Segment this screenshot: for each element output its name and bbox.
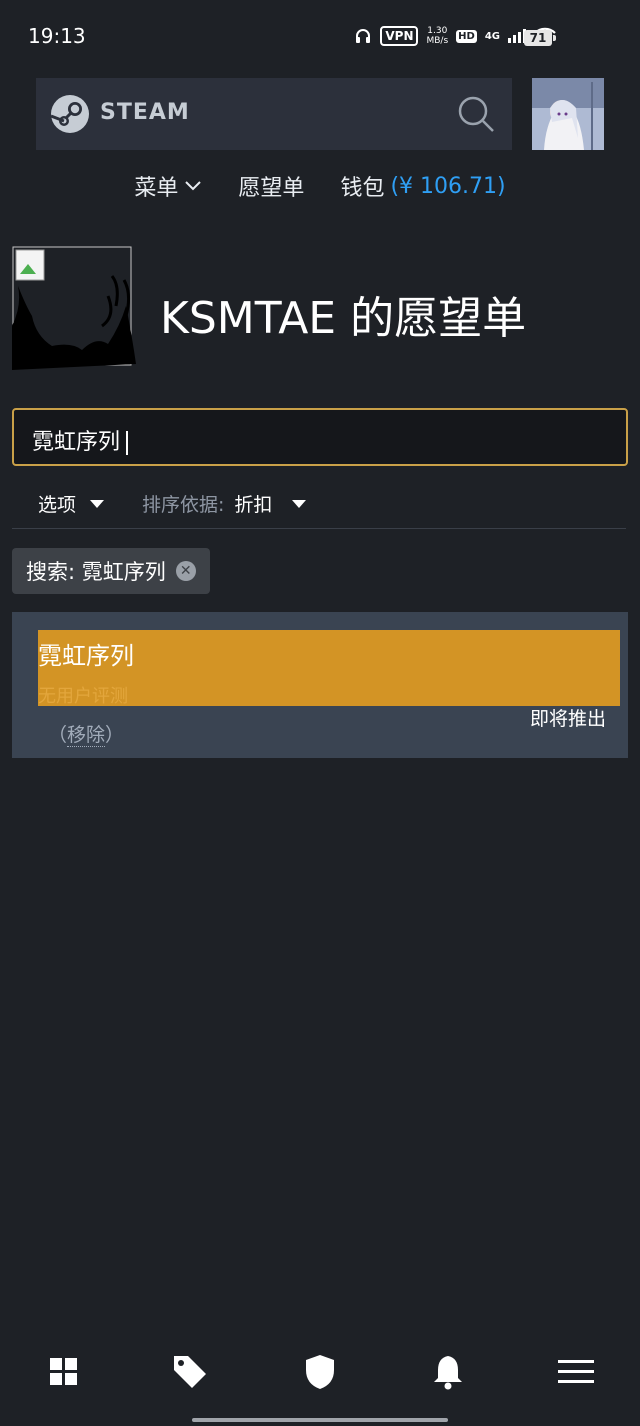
caret-down-icon <box>292 499 307 508</box>
tag-icon[interactable] <box>166 1348 214 1396</box>
sort-dropdown[interactable]: 折扣 <box>224 490 307 517</box>
net-speed-value: 1.30 <box>427 26 448 36</box>
steam-logo-text: STEAM <box>100 100 190 125</box>
steam-logo-icon[interactable] <box>50 94 90 134</box>
close-icon[interactable]: ✕ <box>175 561 196 581</box>
avatar-image <box>532 78 604 150</box>
options-dropdown[interactable]: 选项 <box>38 490 105 517</box>
chevron-down-icon <box>185 181 202 191</box>
search-input-value: 霓虹序列 <box>32 424 129 456</box>
sort-value: 折扣 <box>234 494 273 516</box>
nav-menu[interactable]: 菜单 <box>134 170 202 202</box>
search-icon[interactable] <box>456 94 496 134</box>
nav-wallet-label: 钱包 <box>340 176 385 201</box>
network-type: 4G <box>484 30 500 42</box>
filter-row: 选项 排序依据: 折扣 <box>38 490 598 517</box>
wallet-amount: (¥ 106.71) <box>390 173 506 199</box>
net-speed: 1.30 MB/s <box>426 26 448 46</box>
nav-wishlist[interactable]: 愿望单 <box>238 170 304 202</box>
game-name[interactable]: 霓虹序列 <box>38 636 134 671</box>
broken-image-icon <box>12 246 136 370</box>
remove-control: （移除） <box>48 720 124 747</box>
home-indicator[interactable] <box>192 1418 448 1422</box>
nav-wishlist-label: 愿望单 <box>238 176 305 201</box>
profile-avatar[interactable] <box>12 246 136 370</box>
vpn-badge: VPN <box>380 26 419 46</box>
menu-icon[interactable] <box>552 1348 600 1396</box>
nav-wallet[interactable]: 钱包 (¥ 106.71) <box>340 170 505 202</box>
remove-paren-open: （ <box>48 724 68 746</box>
grid-icon[interactable] <box>40 1348 88 1396</box>
battery-icon: 71 <box>524 30 552 46</box>
review-summary: 无用户评测 <box>38 686 128 707</box>
net-speed-unit: MB/s <box>426 36 449 46</box>
search-value-text: 霓虹序列 <box>32 430 121 455</box>
caret-down-icon <box>90 499 105 508</box>
release-status: 即将推出 <box>529 708 606 730</box>
page-title: KSMTAE 的愿望单 <box>160 293 527 344</box>
active-search-chip: 搜索: 霓虹序列 ✕ <box>12 548 210 594</box>
game-title-bar[interactable]: 霓虹序列 无用户评测 <box>38 630 620 707</box>
battery-tip <box>553 35 556 41</box>
wishlist-item[interactable]: 霓虹序列 无用户评测 即将推出 （移除） <box>12 612 628 758</box>
headphones-icon <box>356 29 371 43</box>
steam-header: STEAM <box>36 78 512 150</box>
hd-badge: HD <box>456 29 477 43</box>
status-time: 19:13 <box>28 24 86 48</box>
user-avatar[interactable] <box>532 78 604 150</box>
shield-icon[interactable] <box>296 1348 344 1396</box>
divider <box>12 528 626 529</box>
remove-paren-close: ） <box>105 724 125 746</box>
bottom-nav <box>0 1348 640 1400</box>
nav-menu-label: 菜单 <box>134 176 179 201</box>
wishlist-search-input[interactable]: 霓虹序列 <box>12 408 628 466</box>
top-nav: 菜单 愿望单 钱包 (¥ 106.71) <box>0 170 640 202</box>
remove-link[interactable]: 移除 <box>67 724 106 747</box>
sort-label: 排序依据: <box>142 494 225 516</box>
bell-icon[interactable] <box>424 1348 472 1396</box>
options-label: 选项 <box>38 494 77 516</box>
chip-label: 搜索: 霓虹序列 <box>26 560 166 584</box>
text-caret <box>126 431 129 455</box>
